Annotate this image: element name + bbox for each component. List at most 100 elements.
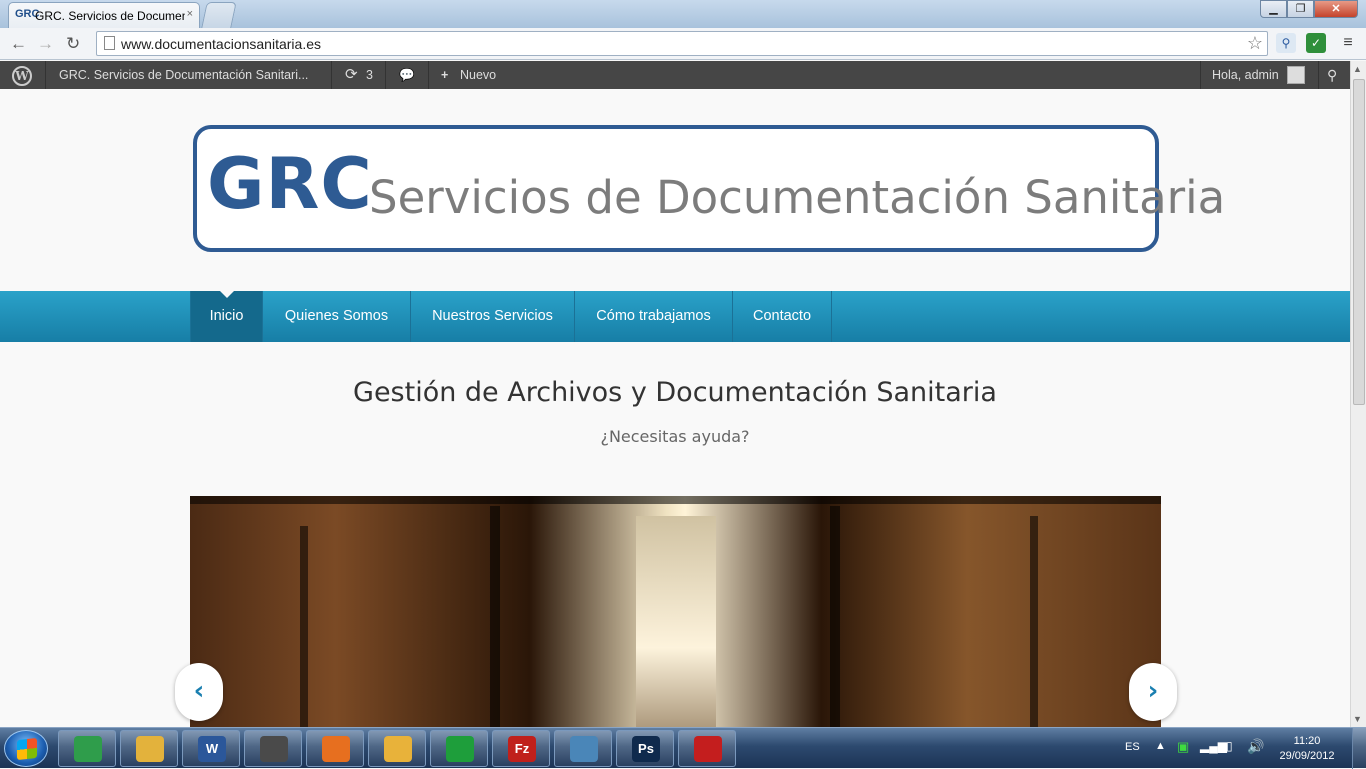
firefox-icon xyxy=(322,736,350,762)
extension-icon[interactable]: ✓ xyxy=(1306,33,1326,53)
taskbar-app-outlook[interactable] xyxy=(368,730,426,767)
wordpress-logo-icon[interactable]: W xyxy=(12,66,32,86)
tray-app-icon[interactable]: ▣ xyxy=(1177,739,1189,755)
show-desktop-button[interactable] xyxy=(1352,728,1366,769)
taskbar-app-spotify[interactable] xyxy=(430,730,488,767)
slide-image xyxy=(636,516,716,727)
window-controls: ▁ ❐ ✕ xyxy=(1260,0,1358,18)
language-indicator[interactable]: ES xyxy=(1125,741,1140,753)
start-button[interactable] xyxy=(4,730,48,767)
comments-icon[interactable]: 💬 xyxy=(399,61,415,89)
back-icon[interactable]: ← xyxy=(10,34,27,54)
taskbar-app-photoshop[interactable]: Ps xyxy=(616,730,674,767)
browser-tab-strip: GRC GRC. Servicios de Documentación Sani… xyxy=(0,0,1366,28)
new-content-link[interactable]: Nuevo xyxy=(460,61,496,89)
tray-expand-icon[interactable]: ▲ xyxy=(1155,740,1166,752)
browser-toolbar: ← → ↻ www.documentacionsanitaria.es ☆ ⚲ … xyxy=(0,28,1366,60)
shelf-decoration xyxy=(1030,516,1038,727)
tab-close-icon[interactable]: × xyxy=(187,8,193,20)
page-content: GRC Servicios de Documentación Sanitaria… xyxy=(0,89,1350,727)
magnifier-extension-icon[interactable]: ⚲ xyxy=(1276,33,1296,53)
active-indicator xyxy=(219,291,234,298)
avatar[interactable] xyxy=(1287,66,1305,84)
taskbar-app-filezilla[interactable]: Fz xyxy=(492,730,550,767)
logo-grc-text: GRC xyxy=(207,143,373,225)
divider xyxy=(428,61,429,89)
taskbar-app-photos[interactable] xyxy=(554,730,612,767)
admin-bar-site-name[interactable]: GRC. Servicios de Documentación Sanitari… xyxy=(59,61,308,89)
shelf-decoration xyxy=(190,496,1161,504)
taskbar-app-explorer[interactable] xyxy=(120,730,178,767)
chrome-icon xyxy=(74,736,102,762)
word-icon: W xyxy=(198,736,226,762)
url-text[interactable]: www.documentacionsanitaria.es xyxy=(121,36,321,52)
updates-icon[interactable]: ⟳ xyxy=(345,61,358,89)
forward-icon[interactable]: → xyxy=(37,34,54,54)
taskbar-app-word[interactable]: W xyxy=(182,730,240,767)
system-clock[interactable]: 11:20 29/09/2012 xyxy=(1276,734,1338,764)
power-icon[interactable]: ▯ xyxy=(1226,739,1233,753)
acrobat-icon xyxy=(694,736,722,762)
spotify-icon xyxy=(446,736,474,762)
photoshop-icon: Ps xyxy=(632,736,660,762)
taskbar-app-game[interactable] xyxy=(244,730,302,767)
nav-item-quienes-somos[interactable]: Quienes Somos xyxy=(263,291,411,342)
divider xyxy=(45,61,46,89)
image-slider[interactable] xyxy=(190,496,1161,727)
maximize-button[interactable]: ❐ xyxy=(1287,0,1314,18)
site-logo[interactable]: GRC Servicios de Documentación Sanitaria xyxy=(193,125,1225,252)
volume-icon[interactable]: 🔊 xyxy=(1247,738,1264,755)
explorer-icon xyxy=(136,736,164,762)
page-headline: Gestión de Archivos y Documentación Sani… xyxy=(353,377,997,408)
taskbar-app-firefox[interactable] xyxy=(306,730,364,767)
filezilla-icon: Fz xyxy=(508,736,536,762)
browser-tab[interactable]: GRC GRC. Servicios de Documentación Sani… xyxy=(8,2,200,28)
nav-item-label: Cómo trabajamos xyxy=(596,308,711,324)
slider-next-button[interactable]: › xyxy=(1129,663,1177,721)
reload-icon[interactable]: ↻ xyxy=(66,34,80,54)
windows-logo-icon xyxy=(17,737,37,761)
network-icon[interactable]: ▂▄▆ xyxy=(1200,739,1227,753)
close-window-button[interactable]: ✕ xyxy=(1314,0,1358,18)
nav-item-inicio[interactable]: Inicio xyxy=(190,291,263,342)
search-icon[interactable]: ⚲ xyxy=(1327,61,1337,89)
tab-title: GRC. Servicios de Documentación Sanitari… xyxy=(35,9,185,23)
nav-item-label: Inicio xyxy=(209,308,244,324)
scroll-down-icon[interactable]: ▼ xyxy=(1353,714,1362,724)
logo-subtitle: Servicios de Documentación Sanitaria xyxy=(369,171,1226,224)
taskbar-app-acrobat[interactable] xyxy=(678,730,736,767)
bookmark-star-icon[interactable]: ☆ xyxy=(1247,33,1263,54)
divider xyxy=(1318,61,1319,89)
updates-count[interactable]: 3 xyxy=(366,61,373,89)
divider xyxy=(331,61,332,89)
plus-icon[interactable]: + xyxy=(441,61,448,89)
scroll-up-icon[interactable]: ▲ xyxy=(1353,64,1362,74)
nav-item-contacto[interactable]: Contacto xyxy=(733,291,832,342)
shelf-decoration xyxy=(830,506,840,727)
clock-time: 11:20 xyxy=(1293,735,1321,747)
shelf-decoration xyxy=(300,526,308,727)
wrench-menu-icon[interactable]: ≡ xyxy=(1338,33,1358,53)
nav-item-como-trabajamos[interactable]: Cómo trabajamos xyxy=(575,291,733,342)
divider xyxy=(385,61,386,89)
scrollbar-thumb[interactable] xyxy=(1353,79,1365,405)
nav-item-label: Quienes Somos xyxy=(284,308,389,324)
page-scrollbar[interactable]: ▲ ▼ xyxy=(1350,61,1366,727)
game-icon xyxy=(260,736,288,762)
taskbar-app-chrome[interactable] xyxy=(58,730,116,767)
minimize-button[interactable]: ▁ xyxy=(1260,0,1287,18)
address-bar[interactable]: www.documentacionsanitaria.es ☆ xyxy=(96,31,1268,56)
windows-taskbar: W Fz Ps ES ▲ ▣ ▂▄▆ ▯ 🔊 11:20 29/09/2012 xyxy=(0,727,1366,769)
slider-prev-button[interactable]: ‹ xyxy=(175,663,223,721)
admin-greeting[interactable]: Hola, admin xyxy=(1212,61,1279,89)
nav-item-label: Nuestros Servicios xyxy=(432,308,553,324)
page-icon xyxy=(104,36,115,50)
new-tab-button[interactable] xyxy=(201,2,237,28)
shelf-decoration xyxy=(490,506,500,727)
nav-item-label: Contacto xyxy=(752,308,812,324)
nav-item-nuestros-servicios[interactable]: Nuestros Servicios xyxy=(411,291,575,342)
wp-admin-bar: W GRC. Servicios de Documentación Sanita… xyxy=(0,61,1350,89)
photos-icon xyxy=(570,736,598,762)
divider xyxy=(1200,61,1201,89)
page-subheadline: ¿Necesitas ayuda? xyxy=(600,427,750,446)
